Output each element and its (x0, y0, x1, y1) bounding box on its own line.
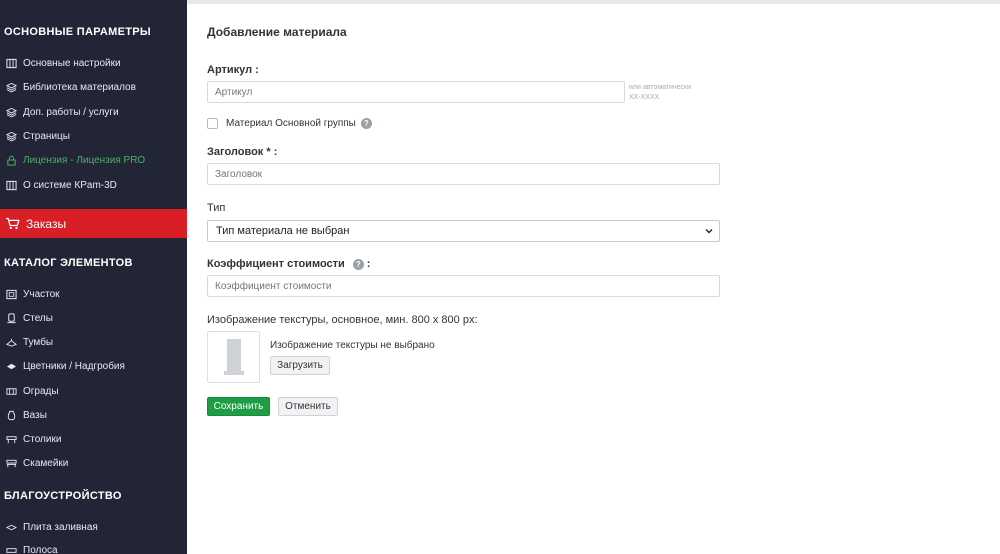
sidebar-item-pages[interactable]: Страницы (0, 125, 187, 147)
heading-label: Заголовок * : (207, 146, 278, 158)
sidebar-item-label: О системе КРam-3D (23, 179, 117, 191)
cart-icon (5, 217, 20, 230)
pedestal-icon (6, 337, 17, 348)
orders-label: Заказы (26, 216, 67, 231)
cancel-button[interactable]: Отменить (278, 397, 338, 416)
plot-icon (6, 289, 17, 300)
sidebar-item-label: Страницы (23, 130, 70, 142)
strip-icon (6, 545, 17, 554)
chevron-down-icon (705, 229, 713, 234)
layers-icon (6, 82, 17, 93)
cost-label: Коэффициент стоимости (207, 258, 345, 270)
cost-label-colon: : (366, 258, 371, 270)
flowerbed-icon (6, 361, 17, 372)
fence-icon (6, 386, 17, 397)
sidebar-item-label: Стелы (23, 312, 53, 324)
sidebar-item-label: Полоса (23, 544, 58, 554)
section-title-catalog: КАТАЛОГ ЭЛЕМЕНТОВ (4, 257, 133, 269)
sidebar-item-strip[interactable]: Полоса (0, 539, 187, 554)
sidebar-item-license[interactable]: Лицензия - Лицензия PRO (0, 149, 187, 171)
article-input[interactable] (207, 81, 625, 103)
section-title-main-params: ОСНОВНЫЕ ПАРАМЕТРЫ (4, 26, 151, 38)
table-icon (6, 434, 17, 445)
top-border (187, 0, 1000, 4)
bench-icon (6, 458, 17, 469)
layers-icon (6, 107, 17, 118)
main-group-checkbox-row: Материал Основной группы ? (207, 118, 372, 129)
sidebar-item-pedestals[interactable]: Тумбы (0, 331, 187, 353)
sidebar-item-about[interactable]: О системе КРam-3D (0, 174, 187, 196)
columns-icon (6, 180, 17, 191)
page-title: Добавление материала (207, 25, 347, 39)
sidebar-item-label: Основные настройки (23, 57, 121, 69)
cost-label-row: Коэффициент стоимости ? : (207, 258, 370, 270)
sidebar: ОСНОВНЫЕ ПАРАМЕТРЫ Основные настройки Би… (0, 0, 187, 554)
texture-status: Изображение текстуры не выбрано (270, 340, 435, 351)
main-group-checkbox[interactable] (207, 118, 218, 129)
article-label: Артикул : (207, 64, 259, 76)
save-button[interactable]: Сохранить (207, 397, 270, 416)
sidebar-item-label: Плита заливная (23, 521, 98, 533)
vase-icon (6, 410, 17, 421)
sidebar-item-slab[interactable]: Плита заливная (0, 516, 187, 538)
sidebar-item-flowerbeds[interactable]: Цветники / Надгробия (0, 355, 187, 377)
upload-button[interactable]: Загрузить (270, 356, 330, 375)
heading-input[interactable] (207, 163, 720, 185)
help-icon[interactable]: ? (360, 118, 372, 129)
texture-label: Изображение текстуры, основное, мин. 800… (207, 314, 478, 326)
texture-thumbnail (207, 331, 260, 383)
sidebar-item-benches[interactable]: Скамейки (0, 452, 187, 474)
sidebar-item-label: Доп. работы / услуги (23, 106, 119, 118)
sidebar-item-main-settings[interactable]: Основные настройки (0, 52, 187, 74)
layers-icon (6, 131, 17, 142)
sidebar-item-label: Библиотека материалов (23, 81, 136, 93)
sidebar-item-vases[interactable]: Вазы (0, 404, 187, 426)
article-hint: или автоматически XX-XXXX (629, 83, 691, 103)
type-select[interactable]: Тип материала не выбран (207, 220, 720, 242)
sidebar-item-label: Участок (23, 288, 60, 300)
sidebar-item-label: Ограды (23, 385, 59, 397)
sidebar-item-extra-works[interactable]: Доп. работы / услуги (0, 101, 187, 123)
sidebar-item-label: Скамейки (23, 457, 69, 469)
columns-icon (6, 58, 17, 69)
main-group-checkbox-label: Материал Основной группы (226, 118, 356, 129)
sidebar-item-orders[interactable]: Заказы (0, 209, 187, 238)
cost-input[interactable] (207, 275, 720, 297)
sidebar-item-label: Лицензия - Лицензия PRO (23, 154, 146, 166)
sidebar-item-plot[interactable]: Участок (0, 283, 187, 305)
sidebar-item-fences[interactable]: Ограды (0, 380, 187, 402)
article-hint-line2: XX-XXXX (629, 94, 660, 101)
sidebar-item-materials-library[interactable]: Библиотека материалов (0, 76, 187, 98)
type-label: Тип (207, 202, 226, 214)
sidebar-item-tables[interactable]: Столики (0, 428, 187, 450)
stele-icon (6, 312, 17, 324)
section-title-landscaping: БЛАГОУСТРОЙСТВО (4, 490, 122, 502)
sidebar-item-label: Цветники / Надгробия (23, 360, 125, 372)
slab-icon (6, 522, 17, 533)
sidebar-item-label: Вазы (23, 409, 47, 421)
help-icon[interactable]: ? (352, 258, 364, 270)
sidebar-item-steles[interactable]: Стелы (0, 307, 187, 329)
sidebar-item-label: Столики (23, 433, 62, 445)
image-placeholder-icon (223, 339, 244, 375)
lock-icon (6, 155, 17, 166)
type-select-value: Тип материала не выбран (216, 225, 350, 237)
sidebar-item-label: Тумбы (23, 336, 54, 348)
article-hint-line1: или автоматически (629, 84, 692, 91)
